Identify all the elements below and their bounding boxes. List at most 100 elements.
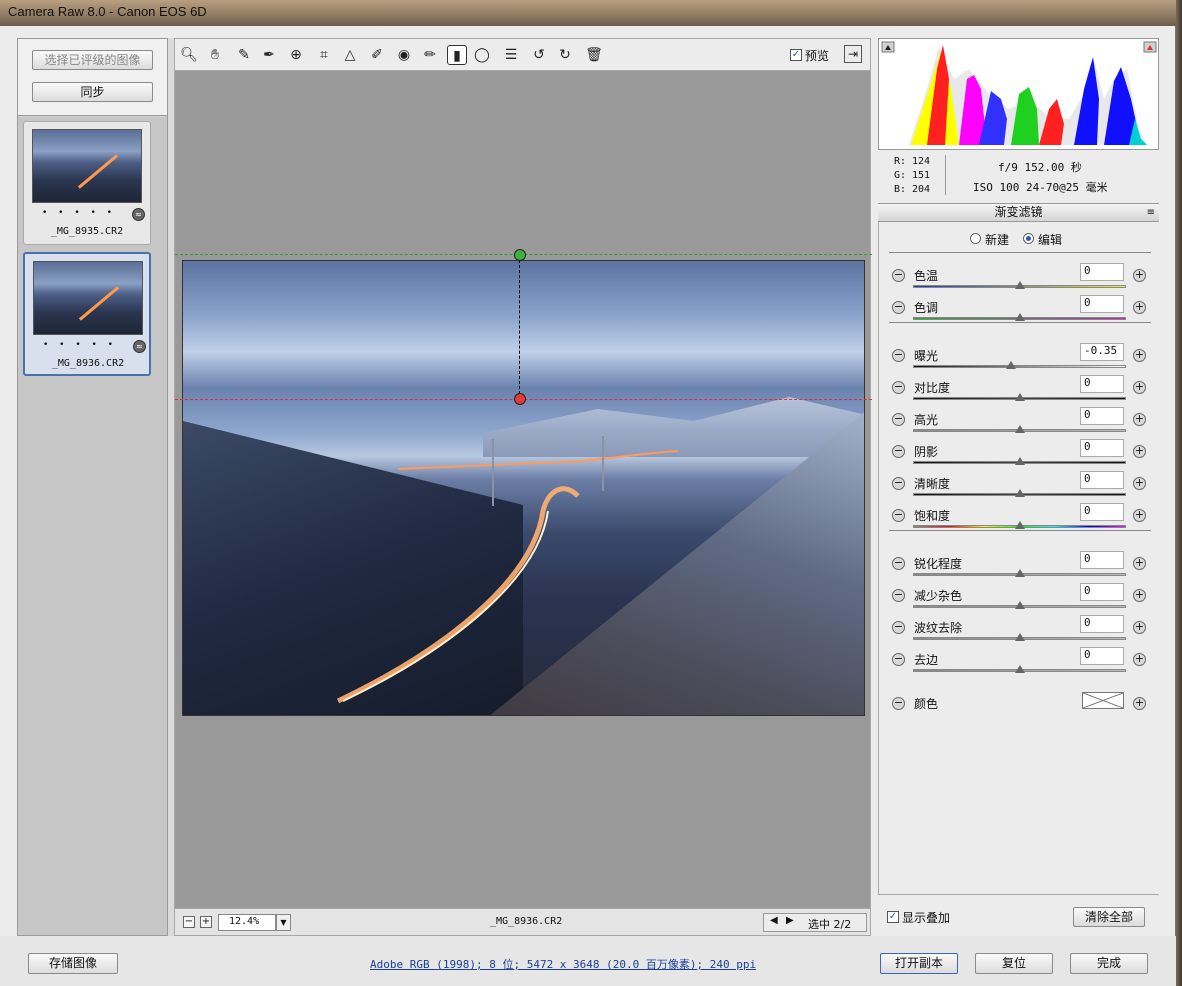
slider-minus-icon[interactable]: −	[892, 477, 905, 490]
spot-removal-icon[interactable]: ✐	[367, 45, 387, 65]
slider-plus-icon[interactable]: +	[1133, 381, 1146, 394]
workflow-options-link[interactable]: Adobe RGB (1998); 8 位; 5472 x 3648 (20.0…	[370, 956, 756, 972]
adjustment-brush-icon[interactable]: ✏	[420, 45, 440, 65]
color-minus-icon[interactable]: −	[892, 697, 905, 710]
slider-value-field[interactable]: 0	[1080, 647, 1124, 665]
slider-minus-icon[interactable]: −	[892, 445, 905, 458]
zoom-dropdown-icon[interactable]: ▼	[276, 914, 291, 931]
clear-all-button[interactable]: 清除全部	[1073, 907, 1145, 927]
white-balance-icon[interactable]: ✎	[234, 45, 254, 65]
slider-value-field[interactable]: 0	[1080, 471, 1124, 489]
slider-thumb[interactable]	[1014, 313, 1025, 321]
slider-row: − 去边 0 +	[879, 647, 1160, 682]
rating-stars[interactable]: • • • • •	[25, 340, 135, 350]
zoom-level-field[interactable]: 12.4%	[218, 914, 276, 931]
next-image-icon[interactable]: ▶	[786, 915, 794, 926]
slider-thumb[interactable]	[1014, 425, 1025, 433]
slider-minus-icon[interactable]: −	[892, 381, 905, 394]
slider-plus-icon[interactable]: +	[1133, 413, 1146, 426]
slider-value-field[interactable]: -0.35	[1080, 343, 1124, 361]
filmstrip-item[interactable]: • • • • • ≈ _MG_8935.CR2	[23, 121, 151, 245]
slider-minus-icon[interactable]: −	[892, 653, 905, 666]
done-button[interactable]: 完成	[1070, 953, 1148, 974]
show-overlay-checkbox[interactable]: ✓	[887, 911, 899, 923]
rotate-ccw-icon[interactable]: ↺	[529, 45, 549, 65]
slider-minus-icon[interactable]: −	[892, 349, 905, 362]
slider-minus-icon[interactable]: −	[892, 269, 905, 282]
preview-photo[interactable]	[182, 260, 865, 716]
slider-minus-icon[interactable]: −	[892, 509, 905, 522]
slider-minus-icon[interactable]: −	[892, 589, 905, 602]
color-sampler-icon[interactable]: ✒	[259, 45, 279, 65]
slider-value-field[interactable]: 0	[1080, 583, 1124, 601]
open-copy-button[interactable]: 打开副本	[880, 953, 958, 974]
mode-edit-radio[interactable]	[1023, 233, 1034, 244]
radial-filter-icon[interactable]: ◯	[472, 45, 492, 65]
sync-button[interactable]: 同步	[32, 82, 153, 102]
color-plus-icon[interactable]: +	[1133, 697, 1146, 710]
slider-plus-icon[interactable]: +	[1133, 477, 1146, 490]
slider-value-field[interactable]: 0	[1080, 439, 1124, 457]
slider-minus-icon[interactable]: −	[892, 301, 905, 314]
slider-plus-icon[interactable]: +	[1133, 621, 1146, 634]
slider-thumb[interactable]	[1014, 393, 1025, 401]
slider-minus-icon[interactable]: −	[892, 621, 905, 634]
slider-value-field[interactable]: 0	[1080, 295, 1124, 313]
target-adjust-icon[interactable]: ⊕	[286, 45, 306, 65]
red-eye-icon[interactable]: ◉	[394, 45, 414, 65]
fullscreen-toggle-icon[interactable]: ⇥	[844, 45, 862, 63]
slider-minus-icon[interactable]: −	[892, 557, 905, 570]
slider-thumb[interactable]	[1005, 361, 1016, 369]
rating-stars[interactable]: • • • • •	[24, 208, 134, 218]
zoom-icon[interactable]: 🔍︎	[179, 45, 199, 65]
slider-value-field[interactable]: 0	[1080, 407, 1124, 425]
slider-plus-icon[interactable]: +	[1133, 349, 1146, 362]
panel-menu-icon[interactable]: ≡	[1147, 204, 1155, 221]
slider-value-field[interactable]: 0	[1080, 551, 1124, 569]
slider-thumb[interactable]	[1014, 281, 1025, 289]
slider-thumb[interactable]	[1014, 665, 1025, 673]
graduated-end-pin[interactable]	[514, 393, 526, 405]
trash-icon[interactable]: 🗑︎	[584, 45, 604, 65]
reset-button[interactable]: 复位	[975, 953, 1053, 974]
prev-image-icon[interactable]: ◀	[770, 915, 778, 926]
slider-plus-icon[interactable]: +	[1133, 589, 1146, 602]
slider-plus-icon[interactable]: +	[1133, 653, 1146, 666]
slider-track[interactable]	[913, 365, 1126, 368]
slider-thumb[interactable]	[1014, 521, 1025, 529]
color-swatch[interactable]	[1082, 692, 1124, 709]
slider-thumb[interactable]	[1014, 457, 1025, 465]
slider-thumb[interactable]	[1014, 633, 1025, 641]
slider-plus-icon[interactable]: +	[1133, 269, 1146, 282]
image-preview[interactable]	[174, 71, 872, 908]
slider-value-field[interactable]: 0	[1080, 615, 1124, 633]
slider-thumb[interactable]	[1014, 489, 1025, 497]
preferences-icon[interactable]: ☰	[501, 45, 521, 65]
mode-new-radio[interactable]	[970, 233, 981, 244]
rotate-cw-icon[interactable]: ↻	[555, 45, 575, 65]
slider-plus-icon[interactable]: +	[1133, 509, 1146, 522]
hand-icon[interactable]: ✋︎	[205, 45, 225, 65]
slider-row: − 高光 0 +	[879, 407, 1160, 442]
filmstrip-item-selected[interactable]: • • • • • ≈ _MG_8936.CR2	[23, 252, 151, 376]
slider-thumb[interactable]	[1014, 601, 1025, 609]
zoom-out-button[interactable]: −	[183, 916, 195, 928]
slider-plus-icon[interactable]: +	[1133, 301, 1146, 314]
graduated-start-pin[interactable]	[514, 249, 526, 261]
slider-minus-icon[interactable]: −	[892, 413, 905, 426]
slider-value-field[interactable]: 0	[1080, 375, 1124, 393]
slider-plus-icon[interactable]: +	[1133, 445, 1146, 458]
select-rated-button[interactable]: 选择已评级的图像	[32, 50, 153, 70]
slider-plus-icon[interactable]: +	[1133, 557, 1146, 570]
slider-value-field[interactable]: 0	[1080, 503, 1124, 521]
slider-value-field[interactable]: 0	[1080, 263, 1124, 281]
zoom-in-button[interactable]: +	[200, 916, 212, 928]
save-image-button[interactable]: 存储图像	[28, 953, 118, 974]
preview-checkbox[interactable]: ✓	[790, 49, 802, 61]
graduated-filter-icon[interactable]: ▮	[447, 45, 467, 65]
graduated-center-line[interactable]	[519, 255, 520, 399]
crop-icon[interactable]: ⌗	[314, 45, 334, 65]
image-navigation: ◀ ▶ 选中 2/2	[763, 913, 867, 932]
slider-thumb[interactable]	[1014, 569, 1025, 577]
straighten-icon[interactable]: △	[340, 45, 360, 65]
